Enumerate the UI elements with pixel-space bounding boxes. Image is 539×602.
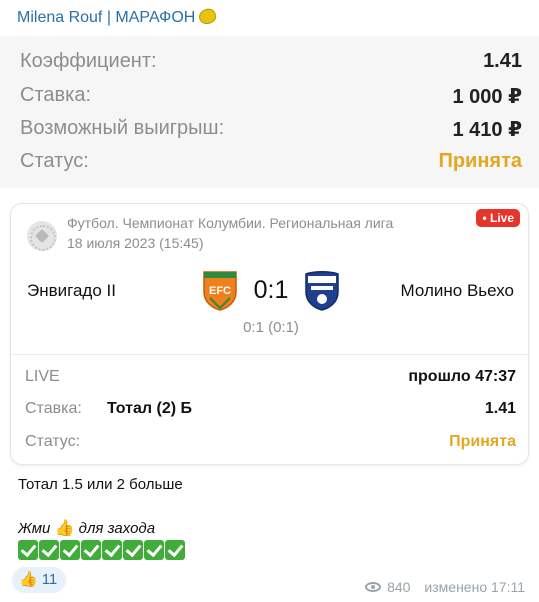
coefficient-row: Коэффициент: 1.41 (20, 50, 522, 78)
coefficient-value: 1.41 (483, 50, 522, 72)
message-bubble: Milena Rouf | МАРАФОН Коэффициент: 1.41 … (0, 0, 539, 602)
football-icon (27, 221, 57, 251)
event-stake-selection: Тотал (2) Б (107, 400, 192, 417)
cta-text-after: для захода (78, 520, 156, 537)
check-mark-icon (60, 540, 80, 560)
thumbs-up-reaction-icon: 👍 (19, 571, 38, 588)
event-status-value: Принята (449, 433, 516, 450)
home-logo-text: EFC (209, 285, 231, 297)
check-mark-icon (144, 540, 164, 560)
stake-row: Ставка: 1 000 ₽ (20, 84, 522, 112)
thumbs-up-icon: 👍 (54, 520, 75, 537)
away-team-logo-icon (305, 271, 339, 311)
home-team-logo-icon: EFC (203, 271, 237, 311)
bet-summary-card: Коэффициент: 1.41 Ставка: 1 000 ₽ Возмож… (0, 36, 539, 188)
views-count: 840 (387, 579, 411, 595)
check-mark-icon (165, 540, 185, 560)
possible-win-label: Возможный выигрыш: (20, 117, 225, 139)
cta-text-before: Жми (18, 520, 51, 537)
event-status-label: Статус: (25, 433, 81, 450)
cta-line: Жми 👍 для захода (18, 518, 155, 538)
coefficient-label: Коэффициент: (20, 50, 157, 72)
stake-value: 1 000 ₽ (452, 86, 522, 108)
possible-win-row: Возможный выигрыш: 1 410 ₽ (20, 117, 522, 145)
check-mark-icon (102, 540, 122, 560)
message-meta: 840 изменено 17:11 (365, 579, 525, 595)
check-mark-icon (81, 540, 101, 560)
divider (11, 354, 528, 355)
check-mark-icon (39, 540, 59, 560)
check-mark-icon (123, 540, 143, 560)
score: 0:1 (253, 276, 289, 304)
status-row: Статус: Принята (20, 150, 522, 178)
message-caption: Тотал 1.5 или 2 больше (18, 476, 183, 493)
edited-time: изменено 17:11 (424, 579, 525, 595)
possible-win-value: 1 410 ₽ (452, 119, 522, 141)
home-team-name: Энвигадо II (27, 281, 116, 300)
check-mark-icon (18, 540, 38, 560)
event-card[interactable]: Футбол. Чемпионат Колумбии. Региональная… (10, 203, 529, 465)
event-stake-label: Ставка: (25, 400, 82, 417)
live-label: LIVE (25, 368, 60, 385)
status-value: Принята (438, 150, 522, 172)
lemon-icon (196, 6, 219, 27)
away-team-name: Молино Вьехо (400, 281, 514, 300)
live-badge: • Live (476, 209, 520, 227)
event-date: 18 июля 2023 (15:45) (67, 235, 204, 251)
league-name: Футбол. Чемпионат Колумбии. Региональная… (67, 215, 394, 231)
channel-name[interactable]: Milena Rouf | МАРАФОН (17, 6, 219, 27)
event-stake-coef: 1.41 (484, 400, 516, 417)
elapsed-time: прошло 47:37 (408, 368, 516, 385)
views-eye-icon (365, 582, 382, 592)
reaction-button[interactable]: 👍 11 (12, 567, 67, 593)
checkmarks-row (18, 540, 186, 560)
channel-name-text[interactable]: Milena Rouf | МАРАФОН (17, 9, 195, 26)
reaction-count: 11 (41, 571, 58, 588)
stake-label: Ставка: (20, 84, 91, 106)
status-label: Статус: (20, 150, 89, 172)
half-score: 0:1 (0:1) (243, 319, 299, 336)
